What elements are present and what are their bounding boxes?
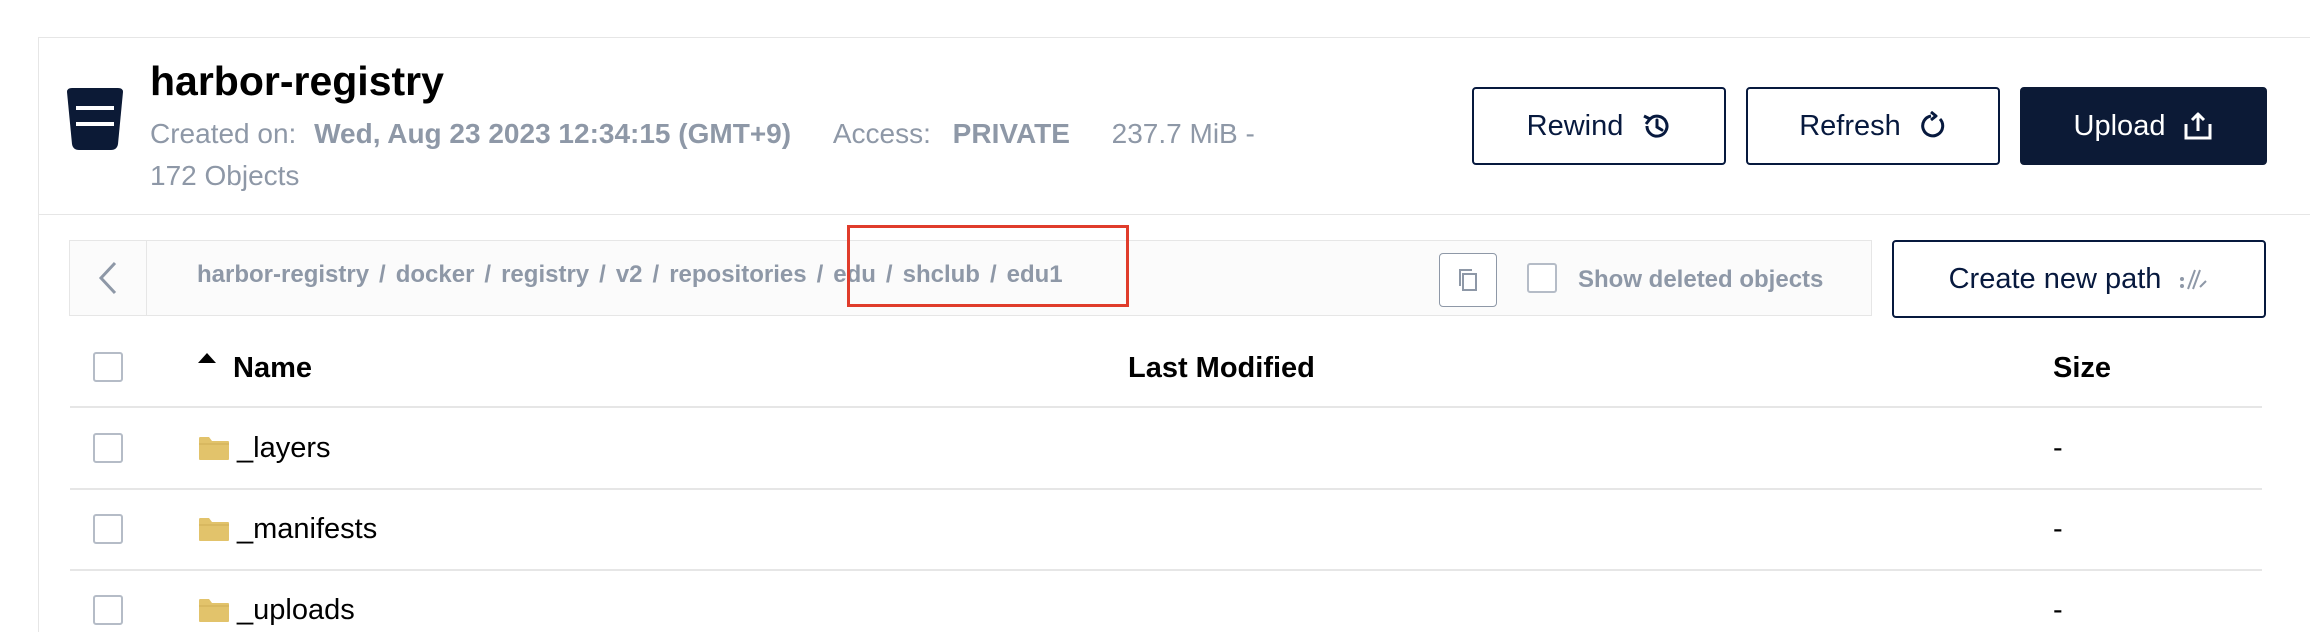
column-header-size[interactable]: Size — [2053, 352, 2111, 385]
row-checkbox[interactable] — [93, 595, 123, 625]
breadcrumb-separator: / — [885, 261, 893, 288]
row-checkbox[interactable] — [93, 514, 123, 544]
access-label: Access: — [832, 118, 931, 149]
breadcrumb-segment-current[interactable]: edu1 — [1007, 261, 1063, 288]
row-name[interactable]: _manifests — [237, 513, 377, 546]
breadcrumb-separator: / — [599, 261, 606, 288]
refresh-icon — [1919, 111, 1947, 141]
breadcrumb-separator: / — [989, 261, 997, 288]
access-value: PRIVATE — [952, 118, 1070, 149]
show-deleted-label: Show deleted objects — [1578, 266, 1824, 293]
rewind-label: Rewind — [1526, 109, 1624, 142]
row-checkbox[interactable] — [93, 433, 123, 463]
folder-icon — [199, 599, 229, 622]
breadcrumb-segment[interactable]: docker — [396, 261, 475, 288]
created-value: Wed, Aug 23 2023 12:34:15 (GMT+9) — [314, 118, 792, 149]
select-all-checkbox[interactable] — [93, 352, 123, 382]
object-browser-page: harbor-registry Created on: Wed, Aug 23 … — [0, 0, 2310, 632]
copy-path-button[interactable] — [1439, 253, 1497, 307]
rewind-icon — [1641, 111, 1671, 141]
upload-label: Upload — [2073, 109, 2166, 142]
row-size: - — [2053, 513, 2063, 545]
breadcrumb-separator: / — [816, 261, 824, 288]
table-divider — [70, 406, 2262, 408]
back-chevron-icon — [98, 261, 117, 295]
table-divider — [70, 569, 2262, 571]
rewind-button[interactable]: Rewind — [1472, 87, 1726, 165]
created-label: Created on: — [150, 118, 297, 149]
breadcrumb: harbor-registry / docker / registry / v2 / repos… — [197, 261, 1063, 289]
row-size: - — [2053, 594, 2063, 626]
header-divider — [38, 214, 2310, 215]
breadcrumb-segment[interactable]: v2 — [616, 261, 643, 288]
breadcrumb-separator: / — [379, 261, 386, 288]
breadcrumb-segment[interactable]: harbor-registry — [197, 261, 369, 288]
upload-icon — [2183, 111, 2213, 141]
column-header-last-modified[interactable]: Last Modified — [1128, 352, 1315, 385]
bucket-title: harbor-registry — [150, 58, 444, 104]
row-name[interactable]: _layers — [237, 432, 331, 465]
objects-summary: 172 Objects — [150, 160, 300, 191]
breadcrumb-segment[interactable]: repositories — [669, 261, 806, 288]
breadcrumb-segment[interactable]: registry — [501, 261, 589, 288]
size-summary: 237.7 MiB - — [1111, 118, 1255, 149]
sort-up-icon[interactable] — [198, 353, 216, 363]
folder-icon — [199, 518, 229, 541]
new-path-icon — [2179, 267, 2209, 291]
row-name[interactable]: _uploads — [237, 594, 355, 627]
breadcrumb-separator: / — [652, 261, 660, 288]
breadcrumb-segment[interactable]: edu — [833, 261, 876, 288]
bucket-meta: Created on: Wed, Aug 23 2023 12:34:15 (G… — [150, 118, 1255, 150]
upload-button[interactable]: Upload — [2020, 87, 2267, 165]
column-header-name[interactable]: Name — [233, 352, 312, 385]
back-button[interactable] — [70, 241, 147, 315]
breadcrumb-segment[interactable]: shclub — [903, 261, 980, 288]
refresh-button[interactable]: Refresh — [1746, 87, 2000, 165]
create-new-path-label: Create new path — [1948, 262, 2162, 295]
show-deleted-checkbox[interactable] — [1527, 263, 1557, 293]
bucket-icon — [67, 88, 123, 150]
table-divider — [70, 488, 2262, 490]
refresh-label: Refresh — [1799, 109, 1901, 142]
breadcrumb-separator: / — [484, 261, 492, 288]
copy-icon — [1459, 269, 1477, 291]
folder-icon — [199, 437, 229, 460]
row-size: - — [2053, 432, 2063, 464]
create-new-path-button[interactable]: Create new path — [1892, 240, 2266, 318]
